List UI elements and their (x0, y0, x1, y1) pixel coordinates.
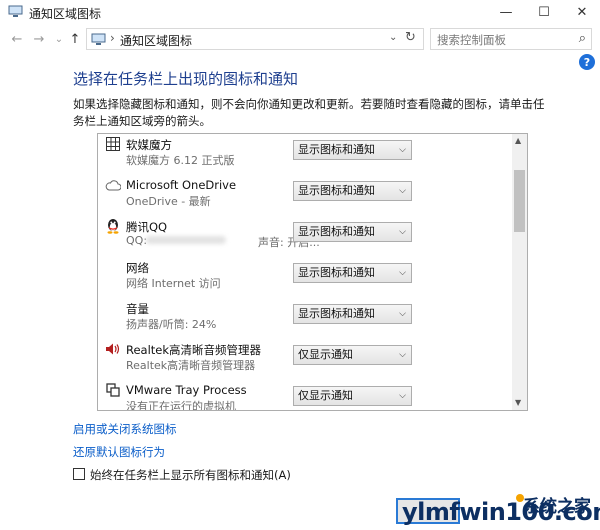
close-button[interactable]: ✕ (564, 0, 600, 24)
item-description: Realtek高清晰音频管理器 (126, 359, 256, 372)
item-description: 网络 Internet 访问 (126, 277, 221, 290)
redacted-number (146, 236, 226, 244)
behavior-select[interactable]: 显示图标和通知 ⌵ (293, 222, 412, 242)
search-input[interactable]: 搜索控制面板 ⌕ (430, 28, 592, 50)
item-name: 音量 (126, 302, 149, 316)
chevron-down-icon: ⌵ (399, 145, 406, 155)
list-item: Realtek高清晰音频管理器 Realtek高清晰音频管理器 仅显示通知 ⌵ (98, 339, 512, 379)
item-description: 软媒魔方 6.12 正式版 (126, 154, 235, 167)
address-path[interactable]: › 通知区域图标 ⌄ ↻ (86, 28, 424, 50)
item-name: 网络 (126, 261, 149, 275)
list-scrollbar[interactable]: ▲ ▼ (512, 134, 527, 410)
chevron-down-icon[interactable]: ⌄ (389, 32, 397, 43)
behavior-select[interactable]: 显示图标和通知 ⌵ (293, 263, 412, 283)
grid-icon (105, 136, 121, 152)
chevron-down-icon: ⌵ (399, 227, 406, 237)
cloud-icon (105, 177, 121, 193)
search-icon[interactable]: ⌕ (579, 31, 586, 46)
item-description: 扬声器/听筒: 24% (126, 318, 217, 331)
forward-button[interactable]: → (30, 30, 48, 48)
speaker-icon (105, 341, 121, 357)
item-description: 没有正在运行的虚拟机 (126, 400, 236, 411)
page-title: 选择在任务栏上出现的图标和通知 (73, 70, 299, 88)
item-description: OneDrive - 最新 (126, 195, 211, 208)
up-button[interactable]: ↑ (66, 30, 84, 48)
chevron-down-icon: ⌵ (399, 309, 406, 319)
breadcrumb[interactable]: 通知区域图标 (120, 32, 192, 49)
item-name: Microsoft OneDrive (126, 178, 237, 192)
chevron-down-icon: ⌵ (399, 186, 406, 196)
item-name: 软媒魔方 (126, 138, 172, 152)
page-description: 如果选择隐藏图标和通知，则不会向你通知更改和更新。若要随时查看隐藏的图标，请单击… (73, 97, 545, 128)
maximize-button[interactable]: ☐ (526, 0, 562, 24)
item-name: Realtek高清晰音频管理器 (126, 343, 262, 357)
help-icon[interactable]: ? (579, 54, 595, 70)
chevron-down-icon: ⌵ (399, 391, 406, 401)
notification-icon-list[interactable]: 软媒魔方 软媒魔方 6.12 正式版 显示图标和通知 ⌵ Microsoft On… (97, 133, 528, 411)
list-item: 腾讯QQ QQ: 声音: 开启... 显示图标和通知 ⌵ (98, 216, 512, 256)
list-item: 网络 网络 Internet 访问 显示图标和通知 ⌵ (98, 257, 512, 297)
chevron-down-icon: ⌵ (399, 268, 406, 278)
computer-icon (91, 33, 106, 45)
back-button[interactable]: ← (8, 30, 26, 48)
control-panel-icon (8, 5, 23, 17)
search-placeholder: 搜索控制面板 (437, 33, 506, 47)
toggle-system-icons-link[interactable]: 启用或关闭系统图标 (73, 421, 177, 437)
address-bar: ← → ⌄ ↑ › 通知区域图标 ⌄ ↻ 搜索控制面板 ⌕ (0, 24, 600, 54)
scrollbar-thumb[interactable] (514, 170, 525, 232)
behavior-select[interactable]: 显示图标和通知 ⌵ (293, 304, 412, 324)
restore-default-behavior-link[interactable]: 还原默认图标行为 (73, 444, 165, 460)
behavior-select[interactable]: 仅显示通知 ⌵ (293, 345, 412, 365)
item-name: VMware Tray Process (126, 383, 247, 397)
scroll-up-icon[interactable]: ▲ (515, 136, 521, 145)
title-bar: 通知区域图标 — ☐ ✕ (0, 0, 600, 24)
always-show-all-checkbox[interactable] (73, 468, 85, 480)
behavior-select[interactable]: 仅显示通知 ⌵ (293, 386, 412, 406)
watermark-cn: 系统之家 (523, 497, 591, 517)
vmware-icon (105, 382, 121, 398)
scroll-down-icon[interactable]: ▼ (515, 398, 521, 407)
list-item: Microsoft OneDrive OneDrive - 最新 显示图标和通知… (98, 175, 512, 215)
item-name: 腾讯QQ (126, 220, 168, 234)
qq-penguin-icon (105, 218, 121, 234)
behavior-select[interactable]: 显示图标和通知 ⌵ (293, 140, 412, 160)
breadcrumb-separator: › (110, 31, 115, 45)
window-title: 通知区域图标 (29, 7, 102, 21)
refresh-icon[interactable]: ↻ (405, 30, 416, 45)
list-item: VMware Tray Process 没有正在运行的虚拟机 仅显示通知 ⌵ (98, 380, 512, 411)
minimize-button[interactable]: — (488, 0, 524, 24)
behavior-select[interactable]: 显示图标和通知 ⌵ (293, 181, 412, 201)
item-description: QQ: (126, 234, 148, 247)
chevron-down-icon: ⌵ (399, 350, 406, 360)
list-item: 软媒魔方 软媒魔方 6.12 正式版 显示图标和通知 ⌵ (98, 134, 512, 174)
watermark-logo: ylmfwin100.com 系统之家 (398, 492, 600, 528)
checkbox-label: 始终在任务栏上显示所有图标和通知(A) (90, 468, 291, 482)
list-item: 音量 扬声器/听筒: 24% 显示图标和通知 ⌵ (98, 298, 512, 338)
